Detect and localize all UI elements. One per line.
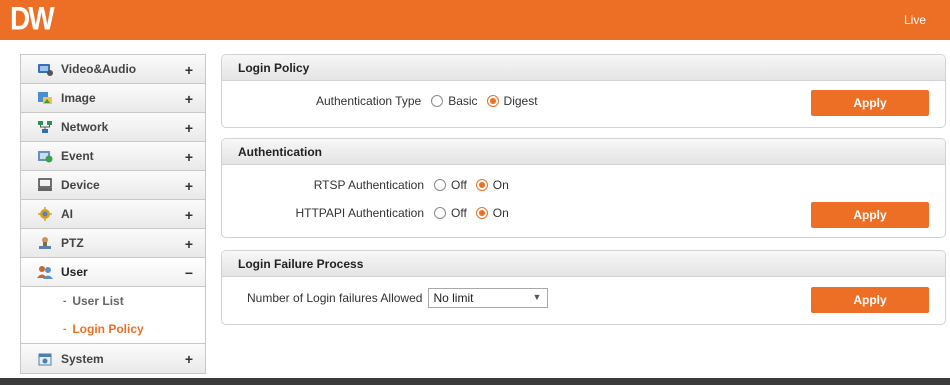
user-icon bbox=[37, 265, 53, 279]
sidebar-item-user[interactable]: User − bbox=[21, 258, 205, 287]
bottom-bar bbox=[0, 378, 950, 385]
sidebar-item-event[interactable]: Event + bbox=[21, 142, 205, 171]
auth-digest-radio[interactable] bbox=[486, 95, 499, 107]
sidebar-subitem-user-list[interactable]: - User List bbox=[21, 287, 205, 315]
login-failures-select[interactable]: No limit ▼ bbox=[428, 288, 549, 308]
expand-icon[interactable]: + bbox=[185, 149, 193, 165]
expand-icon[interactable]: + bbox=[185, 62, 193, 78]
dw-logo: DW bbox=[10, 0, 55, 37]
live-link[interactable]: Live bbox=[904, 13, 926, 27]
httpapi-auth-row: HTTPAPI Authentication Off On bbox=[276, 206, 518, 220]
sidebar-item-label: PTZ bbox=[61, 236, 84, 250]
auth-digest-label: Digest bbox=[503, 94, 538, 108]
network-icon bbox=[37, 120, 53, 134]
httpapi-on-label: On bbox=[492, 206, 509, 220]
system-icon bbox=[37, 352, 53, 366]
device-icon bbox=[37, 178, 53, 192]
login-policy-panel: Login Policy Authentication Type Basic D… bbox=[221, 54, 946, 128]
login-failures-label: Number of Login failures Allowed bbox=[247, 291, 423, 305]
httpapi-on-radio[interactable] bbox=[475, 207, 488, 219]
collapse-icon[interactable]: − bbox=[185, 265, 193, 281]
sidebar-item-network[interactable]: Network + bbox=[21, 113, 205, 142]
sidebar-subitem-label: Login Policy bbox=[72, 322, 144, 336]
httpapi-auth-label: HTTPAPI Authentication bbox=[295, 206, 424, 220]
sidebar-item-image[interactable]: Image + bbox=[21, 84, 205, 113]
sidebar-item-label: Network bbox=[61, 120, 109, 134]
rtsp-on-label: On bbox=[492, 178, 509, 192]
rtsp-on-radio[interactable] bbox=[475, 179, 488, 191]
apply-button[interactable]: Apply bbox=[811, 287, 929, 313]
sidebar-menu: Video&Audio + Image + Network + Event + … bbox=[20, 54, 206, 374]
rtsp-off-label: Off bbox=[451, 178, 467, 192]
auth-basic-radio[interactable] bbox=[431, 95, 444, 107]
apply-button[interactable]: Apply bbox=[811, 202, 929, 228]
ai-icon bbox=[37, 207, 53, 221]
bullet: - bbox=[63, 323, 67, 335]
login-failure-panel: Login Failure Process Number of Login fa… bbox=[221, 250, 946, 325]
expand-icon[interactable]: + bbox=[185, 120, 193, 136]
auth-type-row: Authentication Type Basic Digest bbox=[316, 94, 547, 108]
expand-icon[interactable]: + bbox=[185, 236, 193, 252]
sidebar-item-ptz[interactable]: PTZ + bbox=[21, 229, 205, 258]
chevron-down-icon: ▼ bbox=[532, 292, 542, 302]
top-bar: DW Live bbox=[0, 0, 950, 40]
panel-title: Authentication bbox=[222, 139, 945, 165]
rtsp-auth-row: RTSP Authentication Off On bbox=[312, 178, 518, 192]
sidebar-subitem-label: User List bbox=[72, 294, 124, 308]
sidebar-item-system[interactable]: System + bbox=[21, 344, 205, 373]
login-failures-value: No limit bbox=[433, 291, 474, 305]
expand-icon[interactable]: + bbox=[185, 91, 193, 107]
sidebar-subitem-login-policy[interactable]: - Login Policy bbox=[21, 315, 205, 343]
sidebar-item-label: Device bbox=[61, 178, 100, 192]
panel-title: Login Policy bbox=[222, 55, 945, 81]
event-icon bbox=[37, 149, 53, 163]
auth-basic-label: Basic bbox=[448, 94, 478, 108]
sidebar-item-label: Image bbox=[61, 91, 96, 105]
sidebar-item-label: User bbox=[61, 265, 88, 279]
sidebar-item-ai[interactable]: AI + bbox=[21, 200, 205, 229]
video-audio-icon bbox=[37, 62, 53, 76]
sidebar-item-label: AI bbox=[61, 207, 73, 221]
sidebar-item-label: Video&Audio bbox=[61, 62, 137, 76]
login-failures-row: Number of Login failures Allowed No limi… bbox=[247, 288, 549, 308]
authentication-panel: Authentication RTSP Authentication Off O… bbox=[221, 138, 946, 238]
ptz-icon bbox=[37, 236, 53, 250]
httpapi-off-radio[interactable] bbox=[434, 207, 446, 219]
expand-icon[interactable]: + bbox=[185, 178, 193, 194]
expand-icon[interactable]: + bbox=[185, 351, 193, 367]
sidebar-item-label: Event bbox=[61, 149, 94, 163]
rtsp-auth-label: RTSP Authentication bbox=[313, 178, 424, 192]
rtsp-off-radio[interactable] bbox=[434, 179, 446, 191]
httpapi-off-label: Off bbox=[451, 206, 467, 220]
auth-type-label: Authentication Type bbox=[316, 94, 422, 108]
expand-icon[interactable]: + bbox=[185, 207, 193, 223]
apply-button[interactable]: Apply bbox=[811, 90, 929, 116]
sidebar-item-device[interactable]: Device + bbox=[21, 171, 205, 200]
user-submenu: - User List - Login Policy bbox=[21, 287, 205, 344]
bullet: - bbox=[63, 295, 67, 307]
sidebar-item-video-audio[interactable]: Video&Audio + bbox=[21, 55, 205, 84]
panel-title: Login Failure Process bbox=[222, 251, 945, 277]
image-icon bbox=[37, 91, 53, 105]
sidebar-item-label: System bbox=[61, 351, 104, 366]
